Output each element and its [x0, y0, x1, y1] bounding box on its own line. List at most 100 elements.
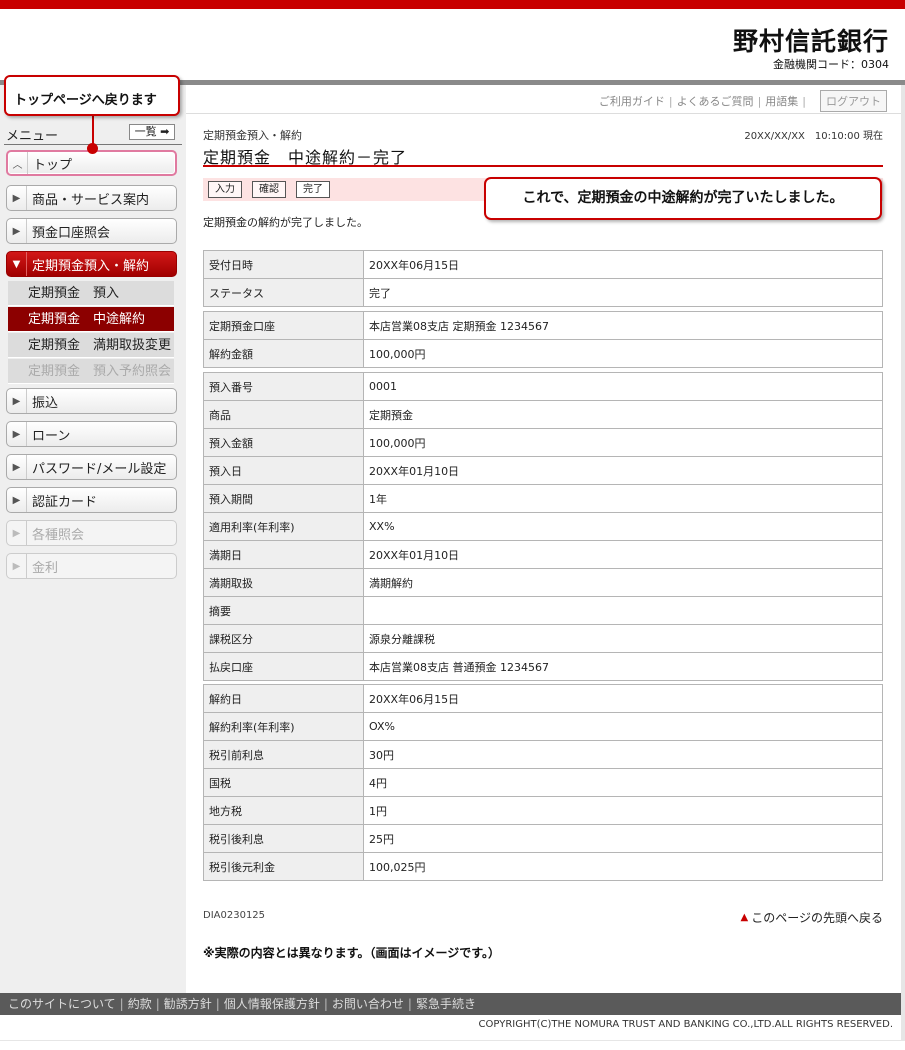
row-label: 満期取扱	[203, 568, 364, 597]
sidebar-item-label: ローン	[32, 428, 71, 444]
breadcrumb: 定期預金預入・解約	[203, 129, 302, 142]
row-label: 摘要	[203, 596, 364, 625]
row-value	[363, 596, 883, 625]
row-value: 20XX年06月15日	[363, 684, 883, 713]
row-value: 源泉分離課税	[363, 624, 883, 653]
table-row: 地方税 1円	[203, 796, 883, 825]
footer-link-solicitation[interactable]: 勧誘方針	[164, 993, 212, 1015]
subnav-early-cancel[interactable]: 定期預金 中途解約	[8, 307, 174, 332]
sidebar-item-transfer[interactable]: ▶ 振込	[6, 388, 177, 414]
sidebar-item-rates: ▶ 金利	[6, 553, 177, 579]
table-row: 預入期間 1年	[203, 484, 883, 513]
row-value: 1円	[363, 796, 883, 825]
sidebar-item-loan[interactable]: ▶ ローン	[6, 421, 177, 447]
separator: |	[155, 997, 160, 1011]
account-table: 定期預金口座 本店営業08支店 定期預金 1234567 解約金額 100,000円	[203, 311, 883, 368]
title-underline	[203, 165, 883, 167]
footer-link-emergency[interactable]: 緊急手続き	[416, 993, 476, 1015]
sidebar-item-inquiries: ▶ 各種照会	[6, 520, 177, 546]
row-value: 完了	[363, 278, 883, 307]
sidebar-item-label: 振込	[32, 395, 59, 411]
top-red-bar	[0, 0, 905, 9]
caret-right-icon: ▶	[7, 422, 27, 446]
bank-logo[interactable]: 野村信託銀行	[733, 22, 889, 58]
step-input: 入力	[208, 181, 242, 198]
bank-code: 金融機関コード：0304	[773, 58, 889, 71]
row-value: OX%	[363, 712, 883, 741]
row-label: 預入日	[203, 456, 364, 485]
footer-link-about[interactable]: このサイトについて	[8, 993, 116, 1015]
sidebar-item-services[interactable]: ▶ 商品・サービス案内	[6, 185, 177, 211]
row-value: 100,000円	[363, 428, 883, 457]
row-value: 20XX年01月10日	[363, 456, 883, 485]
arrow-up-icon: ▲	[740, 912, 749, 923]
utility-underline	[186, 113, 901, 114]
row-value: 本店営業08支店 普通預金 1234567	[363, 652, 883, 681]
separator: |	[215, 997, 220, 1011]
subnav-deposit[interactable]: 定期預金 預入	[8, 281, 174, 306]
callout-complete: これで、定期預金の中途解約が完了いたしました。	[484, 177, 882, 220]
guide-link[interactable]: ご利用ガイド	[599, 93, 665, 109]
table-row: 預入番号 0001	[203, 372, 883, 401]
sidebar-item-label: トップ	[33, 157, 73, 173]
sidebar-item-label: 定期預金預入・解約	[32, 258, 150, 274]
footer-link-terms[interactable]: 約款	[128, 993, 152, 1015]
faq-link[interactable]: よくあるご質問	[677, 93, 754, 109]
separator: |	[407, 997, 412, 1011]
row-label: ステータス	[203, 278, 364, 307]
sidebar-item-label: 預金口座照会	[32, 225, 111, 241]
glossary-link[interactable]: 用語集	[765, 93, 798, 109]
footer-link-privacy[interactable]: 個人情報保護方針	[224, 993, 320, 1015]
timestamp: 20XX/XX/XX 10:10:00 現在	[744, 131, 883, 142]
caret-right-icon: ▶	[7, 455, 27, 479]
footer-links: このサイトについて | 約款 | 勧誘方針 | 個人情報保護方針 | お問い合わ…	[0, 993, 901, 1015]
row-label: 税引前利息	[203, 740, 364, 769]
arrow-right-icon: ➡	[156, 125, 170, 138]
row-label: 税引後利息	[203, 824, 364, 853]
table-row: 払戻口座 本店営業08支店 普通預金 1234567	[203, 652, 883, 681]
table-row: ステータス 完了	[203, 278, 883, 307]
sidebar-item-time-deposit[interactable]: ▼ 定期預金預入・解約	[6, 251, 177, 277]
sidebar-item-account-inquiry[interactable]: ▶ 預金口座照会	[6, 218, 177, 244]
row-label: 地方税	[203, 796, 364, 825]
table-row: 摘要	[203, 596, 883, 625]
row-label: 適用利率(年利率)	[203, 512, 364, 541]
row-label: 満期日	[203, 540, 364, 569]
separator: |	[323, 997, 328, 1011]
row-value: 4円	[363, 768, 883, 797]
separator: |	[757, 94, 762, 108]
subnav-maturity-change[interactable]: 定期預金 満期取扱変更	[8, 333, 174, 358]
logout-button[interactable]: ログアウト	[820, 90, 887, 112]
row-value: 定期預金	[363, 400, 883, 429]
table-row: 国税 4円	[203, 768, 883, 797]
sidebar-item-auth-card[interactable]: ▶ 認証カード	[6, 487, 177, 513]
caret-right-icon: ▶	[7, 554, 27, 578]
row-label: 預入金額	[203, 428, 364, 457]
row-value: 100,025円	[363, 852, 883, 881]
caret-right-icon: ▶	[7, 219, 27, 243]
row-label: 解約金額	[203, 339, 364, 368]
right-edge	[901, 85, 905, 1040]
row-label: 定期預金口座	[203, 311, 364, 340]
back-to-top-link[interactable]: ▲ このページの先頭へ戻る	[741, 909, 883, 926]
row-label: 商品	[203, 400, 364, 429]
chevron-up-icon: ︿	[8, 152, 28, 174]
table-row: 預入金額 100,000円	[203, 428, 883, 457]
row-label: 預入番号	[203, 372, 364, 401]
table-row: 税引後利息 25円	[203, 824, 883, 853]
table-row: 解約日 20XX年06月15日	[203, 684, 883, 713]
step-confirm: 確認	[252, 181, 286, 198]
table-row: 課税区分 源泉分離課税	[203, 624, 883, 653]
callout-top-page: トップページへ戻ります	[4, 75, 180, 116]
back-to-top-label: このページの先頭へ戻る	[751, 911, 883, 925]
table-row: 満期日 20XX年01月10日	[203, 540, 883, 569]
row-label: 払戻口座	[203, 652, 364, 681]
sidebar-item-password[interactable]: ▶ パスワード/メール設定	[6, 454, 177, 480]
caret-down-icon: ▼	[7, 252, 27, 276]
menu-list-button[interactable]: 一覧 ➡	[129, 124, 175, 140]
row-value: 20XX年01月10日	[363, 540, 883, 569]
table-row: 商品 定期預金	[203, 400, 883, 429]
footer-link-contact[interactable]: お問い合わせ	[332, 993, 404, 1015]
cancellation-table: 解約日 20XX年06月15日 解約利率(年利率) OX% 税引前利息 30円 国税 4…	[203, 684, 883, 881]
separator: |	[668, 94, 673, 108]
